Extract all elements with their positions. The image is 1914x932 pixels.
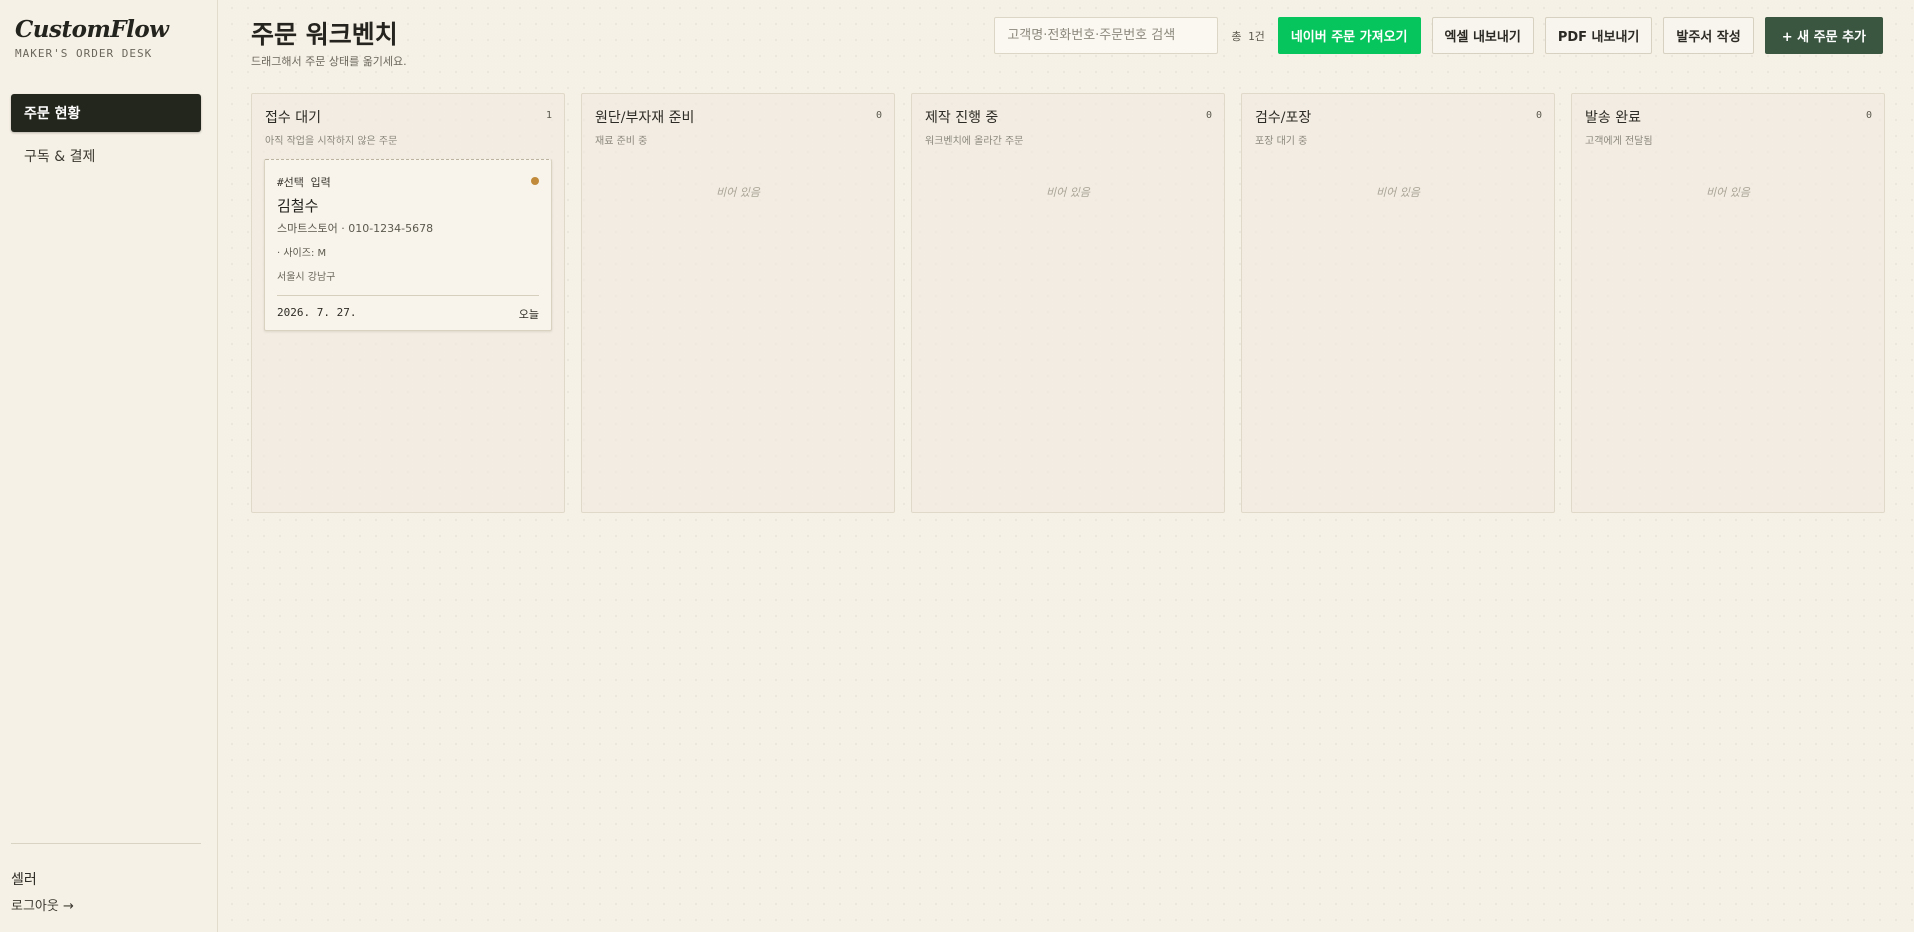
column-in-production[interactable]: 제작 진행 중 0 워크벤치에 올라간 주문 비어 있음 bbox=[911, 93, 1225, 513]
customer-name: 김철수 bbox=[277, 197, 319, 215]
column-description: 아직 작업을 시작하지 않은 주문 bbox=[265, 136, 398, 147]
column-title: 발송 완료 bbox=[1585, 110, 1641, 126]
order-size: · 사이즈: M bbox=[277, 248, 327, 259]
sidebar: CustomFlow MAKER'S ORDER DESK 주문 현황 구독 &… bbox=[0, 0, 218, 932]
column-description: 고객에게 전달됨 bbox=[1585, 136, 1653, 147]
column-empty-state: 비어 있음 bbox=[1046, 186, 1090, 199]
column-title: 접수 대기 bbox=[265, 110, 321, 126]
naver-import-button[interactable]: 네이버 주문 가져오기 bbox=[1277, 17, 1421, 54]
order-relative-date: 오늘 bbox=[518, 308, 539, 321]
sidebar-divider bbox=[11, 843, 201, 844]
total-count: 총 1건 bbox=[1231, 29, 1265, 43]
logout-link[interactable]: 로그아웃 → bbox=[11, 895, 74, 914]
column-count: 0 bbox=[875, 110, 882, 121]
status-dot bbox=[531, 177, 539, 185]
order-card[interactable]: #선택 입력 김철수 스마트스토어 · 010-1234-5678 · 사이즈:… bbox=[264, 159, 552, 331]
sidebar-item-orders[interactable]: 주문 현황 bbox=[11, 94, 201, 132]
kanban-board: 접수 대기 1 아직 작업을 시작하지 않은 주문 #선택 입력 김철수 스마트… bbox=[251, 93, 1885, 513]
sidebar-nav: 주문 현황 구독 & 결제 bbox=[11, 94, 201, 180]
column-materials[interactable]: 원단/부자재 준비 0 재료 준비 중 비어 있음 bbox=[581, 93, 895, 513]
brand-logo[interactable]: CustomFlow bbox=[15, 16, 169, 43]
sidebar-item-subscription[interactable]: 구독 & 결제 bbox=[11, 137, 201, 175]
column-empty-state: 비어 있음 bbox=[1706, 186, 1750, 199]
card-divider bbox=[277, 295, 539, 296]
column-inspection[interactable]: 검수/포장 0 포장 대기 중 비어 있음 bbox=[1241, 93, 1555, 513]
excel-export-button[interactable]: 엑셀 내보내기 bbox=[1431, 17, 1534, 54]
add-order-button[interactable]: + 새 주문 추가 bbox=[1764, 17, 1883, 54]
main-content: 주문 워크벤치 드래그해서 주문 상태를 옮기세요. 총 1건 네이버 주문 가… bbox=[218, 0, 1914, 932]
column-title: 원단/부자재 준비 bbox=[595, 110, 695, 126]
column-empty-state: 비어 있음 bbox=[716, 186, 760, 199]
column-count: 0 bbox=[1205, 110, 1212, 121]
brand-tagline: MAKER'S ORDER DESK bbox=[15, 47, 153, 60]
order-date: 2026. 7. 27. bbox=[277, 306, 357, 319]
page-subtitle: 드래그해서 주문 상태를 옮기세요. bbox=[251, 55, 407, 68]
order-channel-phone: 스마트스토어 · 010-1234-5678 bbox=[277, 222, 434, 235]
column-received[interactable]: 접수 대기 1 아직 작업을 시작하지 않은 주문 #선택 입력 김철수 스마트… bbox=[251, 93, 565, 513]
column-empty-state: 비어 있음 bbox=[1376, 186, 1420, 199]
search-input[interactable] bbox=[994, 17, 1219, 54]
order-tag: #선택 입력 bbox=[277, 176, 331, 189]
column-count: 1 bbox=[545, 110, 552, 121]
order-address: 서울시 강남구 bbox=[277, 272, 336, 283]
purchase-order-button[interactable]: 발주서 작성 bbox=[1663, 17, 1754, 54]
column-description: 포장 대기 중 bbox=[1255, 136, 1308, 147]
column-title: 제작 진행 중 bbox=[925, 110, 999, 126]
column-shipped[interactable]: 발송 완료 0 고객에게 전달됨 비어 있음 bbox=[1571, 93, 1885, 513]
column-title: 검수/포장 bbox=[1255, 110, 1312, 126]
column-count: 0 bbox=[1535, 110, 1542, 121]
column-count: 0 bbox=[1865, 110, 1872, 121]
column-description: 워크벤치에 올라간 주문 bbox=[925, 136, 1024, 147]
user-role: 셀러 bbox=[11, 872, 37, 888]
column-description: 재료 준비 중 bbox=[595, 136, 648, 147]
app: CustomFlow MAKER'S ORDER DESK 주문 현황 구독 &… bbox=[0, 0, 1914, 932]
toolbar: 총 1건 네이버 주문 가져오기 엑셀 내보내기 PDF 내보내기 발주서 작성… bbox=[994, 17, 1883, 54]
pdf-export-button[interactable]: PDF 내보내기 bbox=[1544, 17, 1653, 54]
page-title: 주문 워크벤치 bbox=[251, 20, 398, 49]
